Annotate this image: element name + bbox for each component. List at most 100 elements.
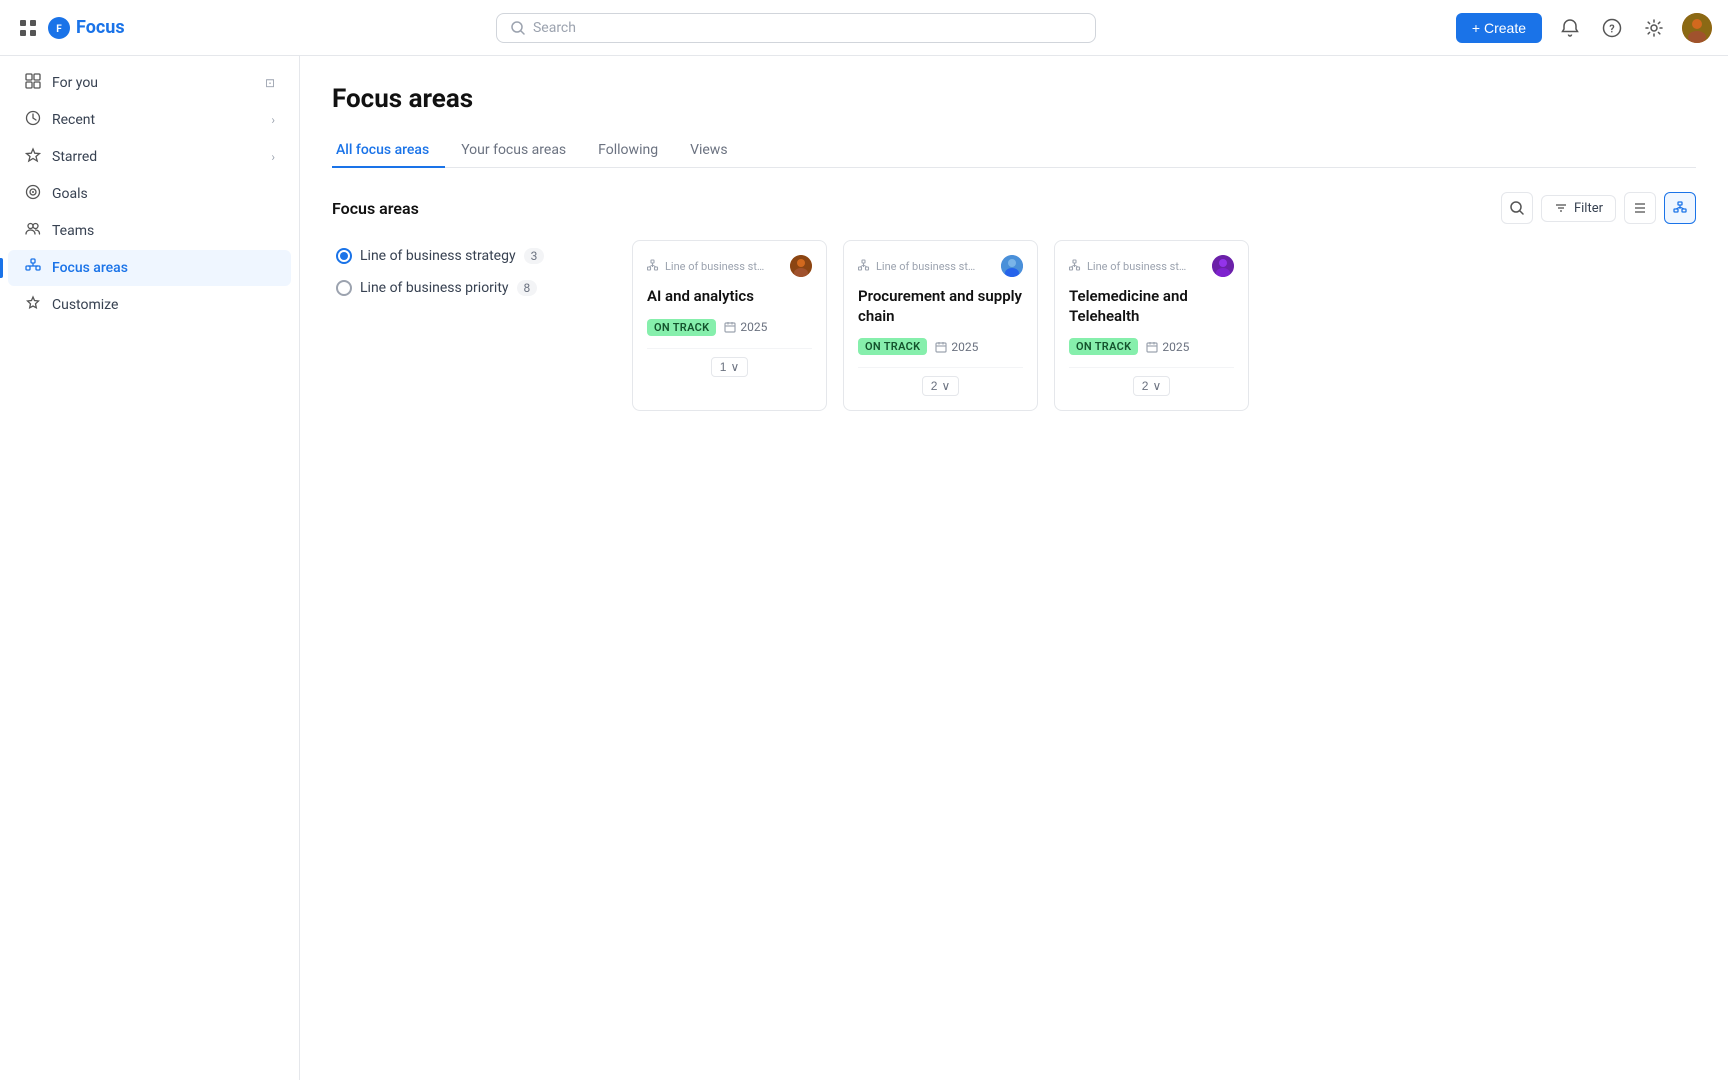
calendar-icon-telemedicine <box>1146 341 1158 353</box>
app-name: Focus <box>76 17 125 38</box>
focus-areas-icon <box>24 258 42 278</box>
card-avatar-telemedicine <box>1212 255 1234 277</box>
split-view: Line of business strategy 3 Line of busi… <box>332 240 1696 411</box>
group-count-priority: 8 <box>517 280 538 296</box>
card-team-icon-ai <box>647 259 661 273</box>
card-footer-telemedicine: ON TRACK 2025 <box>1069 338 1234 355</box>
card-bottom-telemedicine: 2 ∨ <box>1069 367 1234 396</box>
sidebar: For you ⊡ Recent › Starred › <box>0 56 300 1080</box>
starred-arrow: › <box>271 150 275 164</box>
calendar-icon-procurement <box>935 341 947 353</box>
grid-icon[interactable] <box>16 16 40 40</box>
expand-button-procurement[interactable]: 2 ∨ <box>922 376 959 396</box>
tab-views[interactable]: Views <box>674 134 744 168</box>
search-area: Search <box>496 13 1096 43</box>
teams-icon <box>24 221 42 241</box>
groups-panel: Line of business strategy 3 Line of busi… <box>332 240 612 411</box>
svg-text:F: F <box>56 24 62 35</box>
tab-bar: All focus areas Your focus areas Followi… <box>332 134 1696 168</box>
recent-arrow: › <box>271 113 275 127</box>
filter-button[interactable]: Filter <box>1541 195 1616 222</box>
card-telemedicine: Line of business stra... Telemedicine an… <box>1054 240 1249 411</box>
sidebar-item-teams-label: Teams <box>52 223 275 239</box>
customize-icon <box>24 295 42 315</box>
main-content: Focus areas All focus areas Your focus a… <box>300 56 1728 1080</box>
sidebar-item-for-you[interactable]: For you ⊡ <box>8 65 291 101</box>
starred-icon <box>24 147 42 167</box>
tab-following[interactable]: Following <box>582 134 674 168</box>
avatar[interactable] <box>1682 13 1712 43</box>
card-avatar-ai <box>790 255 812 277</box>
sidebar-item-starred-label: Starred <box>52 149 261 165</box>
card-meta-telemedicine: Line of business stra... <box>1069 259 1212 273</box>
sidebar-item-focus-areas[interactable]: Focus areas <box>8 250 291 286</box>
header-left: F Focus <box>16 16 316 40</box>
card-ai-analytics: Line of business stra... AI and analytic… <box>632 240 827 411</box>
group-radio-strategy <box>336 248 352 264</box>
card-team-icon-procurement <box>858 259 872 273</box>
search-placeholder: Search <box>533 20 576 36</box>
for-you-extra-icon: ⊡ <box>265 76 275 90</box>
help-icon[interactable]: ? <box>1598 14 1626 42</box>
sidebar-item-starred[interactable]: Starred › <box>8 139 291 175</box>
card-avatar-procurement <box>1001 255 1023 277</box>
card-year-procurement: 2025 <box>935 340 978 354</box>
group-item-strategy[interactable]: Line of business strategy 3 <box>332 240 612 272</box>
card-year-telemedicine: 2025 <box>1146 340 1189 354</box>
group-radio-priority <box>336 280 352 296</box>
recent-icon <box>24 110 42 130</box>
cards-panel: Line of business stra... AI and analytic… <box>632 240 1696 411</box>
header-right: + Create ? <box>1456 13 1712 43</box>
card-meta-ai: Line of business stra... <box>647 259 790 273</box>
card-meta-text-ai: Line of business stra... <box>665 260 765 273</box>
sidebar-item-for-you-label: For you <box>52 75 255 91</box>
sidebar-item-recent[interactable]: Recent › <box>8 102 291 138</box>
card-year-ai: 2025 <box>724 320 767 334</box>
app-logo[interactable]: F Focus <box>48 17 125 39</box>
search-box[interactable]: Search <box>496 13 1096 43</box>
hierarchy-view-button[interactable] <box>1664 192 1696 224</box>
notification-icon[interactable] <box>1556 14 1584 42</box>
sidebar-item-customize[interactable]: Customize <box>8 287 291 323</box>
tab-all-focus-areas[interactable]: All focus areas <box>332 134 445 168</box>
svg-text:?: ? <box>1609 22 1614 35</box>
status-badge-telemedicine: ON TRACK <box>1069 338 1138 355</box>
card-meta-text-telemedicine: Line of business stra... <box>1087 260 1187 273</box>
expand-button-ai[interactable]: 1 ∨ <box>711 357 748 377</box>
goals-icon <box>24 184 42 204</box>
group-label-strategy: Line of business strategy <box>360 248 516 264</box>
section-title: Focus areas <box>332 199 419 218</box>
card-header-procurement: Line of business stra... <box>858 255 1023 277</box>
header: F Focus Search + Create ? <box>0 0 1728 56</box>
card-procurement: Line of business stra... Procurement and… <box>843 240 1038 411</box>
search-toggle-button[interactable] <box>1501 192 1533 224</box>
sidebar-item-goals-label: Goals <box>52 186 275 202</box>
create-button[interactable]: + Create <box>1456 13 1542 43</box>
filter-icon <box>1554 201 1568 215</box>
card-meta-text-procurement: Line of business stra... <box>876 260 976 273</box>
card-header-ai: Line of business stra... <box>647 255 812 277</box>
status-badge-ai: ON TRACK <box>647 319 716 336</box>
group-item-priority[interactable]: Line of business priority 8 <box>332 272 612 304</box>
settings-icon[interactable] <box>1640 14 1668 42</box>
list-view-button[interactable] <box>1624 192 1656 224</box>
card-bottom-ai: 1 ∨ <box>647 348 812 377</box>
card-title-ai: AI and analytics <box>647 287 812 307</box>
main-layout: For you ⊡ Recent › Starred › <box>0 56 1728 1080</box>
calendar-icon-ai <box>724 321 736 333</box>
expand-button-telemedicine[interactable]: 2 ∨ <box>1133 376 1170 396</box>
section-header: Focus areas Filter <box>332 192 1696 224</box>
card-header-telemedicine: Line of business stra... <box>1069 255 1234 277</box>
section-actions: Filter <box>1501 192 1696 224</box>
sidebar-item-goals[interactable]: Goals <box>8 176 291 212</box>
card-team-icon-telemedicine <box>1069 259 1083 273</box>
group-count-strategy: 3 <box>524 248 545 264</box>
group-label-priority: Line of business priority <box>360 280 509 296</box>
tab-your-focus-areas[interactable]: Your focus areas <box>445 134 582 168</box>
sidebar-item-customize-label: Customize <box>52 297 275 313</box>
sidebar-item-teams[interactable]: Teams <box>8 213 291 249</box>
status-badge-procurement: ON TRACK <box>858 338 927 355</box>
sidebar-item-focus-areas-label: Focus areas <box>52 260 275 276</box>
card-footer-ai: ON TRACK 2025 <box>647 319 812 336</box>
page-title: Focus areas <box>332 84 1696 114</box>
